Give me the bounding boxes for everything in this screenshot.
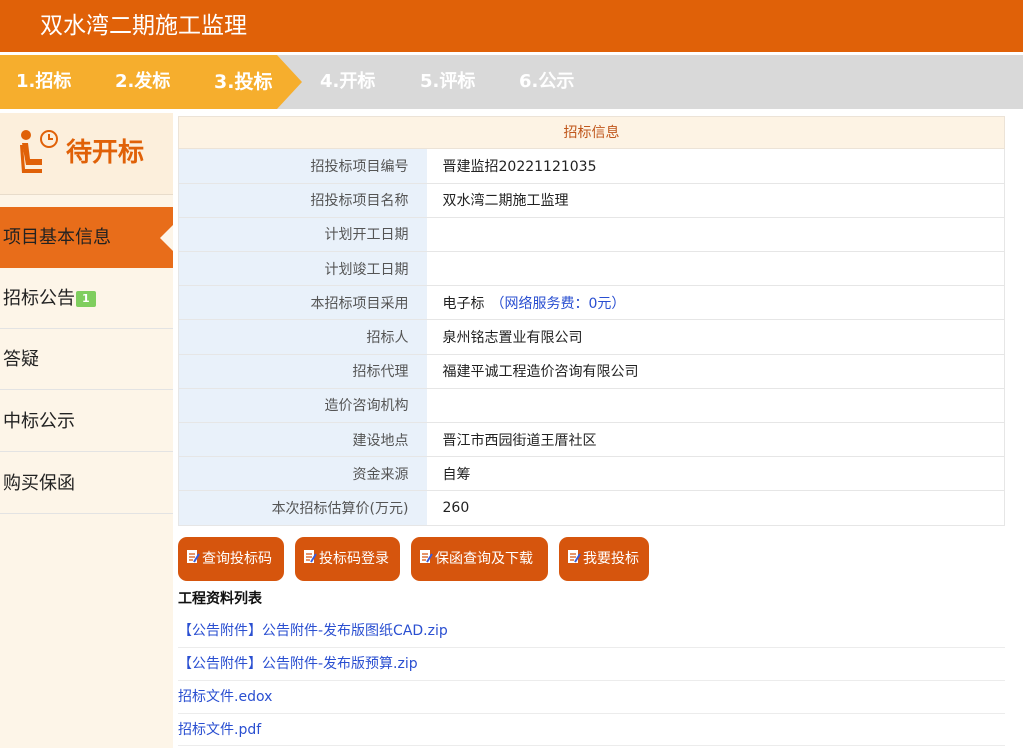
table-row: 本次招标估算价(万元) 260	[178, 490, 1005, 526]
row-value	[426, 388, 1005, 424]
table-row: 建设地点 晋江市西园街道王厝社区	[178, 422, 1005, 458]
sidebar: 待开标 项目基本信息 招标公告 1 答疑 中标公示 购买保函	[0, 113, 173, 748]
row-value: 双水湾二期施工监理	[426, 183, 1005, 218]
sidebar-item-label: 中标公示	[3, 411, 75, 432]
row-value	[426, 217, 1005, 253]
row-label: 招标代理	[178, 354, 427, 389]
row-label: 本次招标估算价(万元)	[178, 490, 427, 526]
row-label: 招投标项目编号	[178, 149, 427, 184]
sidebar-item-label: 答疑	[3, 349, 39, 370]
row-label: 本招标项目采用	[178, 285, 427, 321]
row-label: 计划开工日期	[178, 217, 427, 253]
sidebar-item-label: 购买保函	[3, 473, 75, 494]
file-link-cad[interactable]: 【公告附件】公告附件-发布版图纸CAD.zip	[178, 620, 448, 642]
active-notch	[160, 225, 173, 251]
divider	[178, 680, 1005, 681]
button-label: 我要投标	[583, 551, 639, 567]
row-value: 自筹	[426, 456, 1005, 492]
file-link-pdf[interactable]: 招标文件.pdf	[178, 719, 261, 741]
row-label: 计划竣工日期	[178, 251, 427, 287]
query-bid-code-button[interactable]: 查询投标码	[178, 537, 284, 581]
file-link-edox[interactable]: 招标文件.edox	[178, 686, 272, 708]
row-label: 造价咨询机构	[178, 388, 427, 424]
document-edit-icon	[419, 539, 433, 583]
table-row: 招标代理 福建平诚工程造价咨询有限公司	[178, 354, 1005, 389]
row-value: 晋建监招20221121035	[426, 149, 1005, 184]
sidebar-item-label: 招标公告	[3, 288, 75, 309]
document-edit-icon	[303, 539, 317, 583]
divider	[178, 713, 1005, 714]
row-label: 招投标项目名称	[178, 183, 427, 218]
step-2: 2.发标	[115, 71, 171, 92]
table-row: 招标人 泉州铭志置业有限公司	[178, 319, 1005, 355]
table-row: 造价咨询机构	[178, 388, 1005, 424]
row-value: 泉州铭志置业有限公司	[426, 319, 1005, 355]
row-label: 资金来源	[178, 456, 427, 492]
table-row: 资金来源 自筹	[178, 456, 1005, 492]
table-row: 计划竣工日期	[178, 251, 1005, 287]
button-label: 投标码登录	[319, 551, 389, 567]
row-label: 招标人	[178, 319, 427, 355]
files-title: 工程资料列表	[178, 591, 262, 607]
row-value: 260	[426, 490, 1005, 526]
progress-steps: 1.招标 2.发标 3.投标 4.开标 5.评标 6.公示	[0, 55, 1023, 109]
step-4: 4.开标	[320, 71, 376, 92]
table-row: 招投标项目名称 双水湾二期施工监理	[178, 183, 1005, 218]
sidebar-item-qa[interactable]: 答疑	[0, 329, 173, 390]
tender-info-panel: 招标信息 招投标项目编号 晋建监招20221121035 招投标项目名称 双水湾…	[178, 116, 1005, 526]
step-3: 3.投标	[214, 71, 273, 93]
status-text: 待开标	[66, 138, 145, 168]
guarantee-query-button[interactable]: 保函查询及下载	[411, 537, 548, 581]
row-value: 电子标 （网络服务费：0元）	[426, 285, 1005, 321]
page-title: 双水湾二期施工监理	[40, 13, 247, 39]
button-label: 查询投标码	[202, 551, 272, 567]
app-header: 双水湾二期施工监理	[0, 0, 1023, 52]
sidebar-item-award[interactable]: 中标公示	[0, 391, 173, 452]
divider	[178, 647, 1005, 648]
table-row: 本招标项目采用 电子标 （网络服务费：0元）	[178, 285, 1005, 321]
bid-code-login-button[interactable]: 投标码登录	[295, 537, 400, 581]
step-5: 5.评标	[420, 71, 476, 92]
bid-type: 电子标	[442, 295, 485, 312]
sidebar-item-announcement[interactable]: 招标公告 1	[0, 268, 173, 329]
info-title: 招标信息	[178, 116, 1005, 149]
service-fee-note: （网络服务费：0元）	[490, 295, 626, 312]
row-value: 福建平诚工程造价咨询有限公司	[426, 354, 1005, 389]
info-table: 招投标项目编号 晋建监招20221121035 招投标项目名称 双水湾二期施工监…	[178, 149, 1005, 526]
button-label: 保函查询及下载	[435, 551, 533, 567]
table-row: 招投标项目编号 晋建监招20221121035	[178, 149, 1005, 184]
sidebar-item-guarantee[interactable]: 购买保函	[0, 453, 173, 514]
step-6: 6.公示	[519, 71, 575, 92]
row-value	[426, 251, 1005, 287]
document-edit-icon	[567, 539, 581, 583]
file-link-budget[interactable]: 【公告附件】公告附件-发布版预算.zip	[178, 653, 418, 675]
step-1: 1.招标	[16, 71, 72, 92]
submit-bid-button[interactable]: 我要投标	[559, 537, 649, 581]
seat-clock-icon	[18, 129, 60, 181]
count-badge: 1	[76, 291, 96, 307]
row-value: 晋江市西园街道王厝社区	[426, 422, 1005, 458]
row-label: 建设地点	[178, 422, 427, 458]
status-box: 待开标	[0, 113, 173, 195]
sidebar-item-label: 项目基本信息	[3, 227, 111, 248]
document-edit-icon	[186, 539, 200, 583]
table-row: 计划开工日期	[178, 217, 1005, 253]
divider	[178, 745, 1005, 746]
sidebar-item-basic-info[interactable]: 项目基本信息	[0, 207, 173, 268]
